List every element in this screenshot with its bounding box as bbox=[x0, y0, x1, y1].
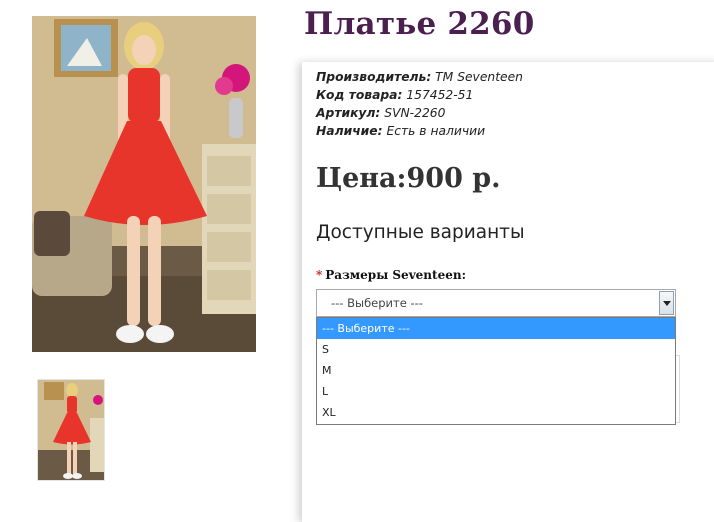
size-option-s[interactable]: S bbox=[317, 339, 675, 360]
product-price: Цена:900 р. bbox=[316, 163, 501, 194]
meta-availability: Наличие: Есть в наличии bbox=[316, 124, 486, 138]
chevron-down-icon[interactable] bbox=[659, 291, 674, 315]
meta-article: Артикул: SVN-2260 bbox=[316, 106, 446, 120]
size-option-label: * Размеры Seventeen: bbox=[316, 268, 466, 282]
size-option-placeholder[interactable]: --- Выберите --- bbox=[317, 318, 675, 339]
dress-photo-illustration bbox=[32, 16, 256, 352]
variants-heading: Доступные варианты bbox=[316, 222, 525, 243]
size-dropdown-list[interactable]: --- Выберите --- S M L XL bbox=[316, 317, 676, 425]
product-thumbnail[interactable] bbox=[37, 379, 105, 481]
size-option-xl[interactable]: XL bbox=[317, 402, 675, 423]
size-select-value: --- Выберите --- bbox=[331, 296, 423, 310]
product-main-image[interactable] bbox=[32, 16, 256, 352]
size-option-m[interactable]: M bbox=[317, 360, 675, 381]
product-meta: Производитель: TM Seventeen Код товара: … bbox=[316, 68, 523, 140]
size-option-l[interactable]: L bbox=[317, 381, 675, 402]
product-title: Платье 2260 bbox=[304, 6, 535, 42]
size-select[interactable]: --- Выберите --- bbox=[316, 289, 676, 317]
meta-product-code: Код товара: 157452-51 bbox=[316, 88, 474, 102]
dress-thumbnail-illustration bbox=[38, 380, 104, 480]
price-value: 900 р. bbox=[406, 163, 501, 194]
required-mark: * bbox=[316, 268, 323, 282]
price-label: Цена: bbox=[316, 163, 407, 194]
meta-manufacturer: Производитель: TM Seventeen bbox=[316, 70, 523, 84]
